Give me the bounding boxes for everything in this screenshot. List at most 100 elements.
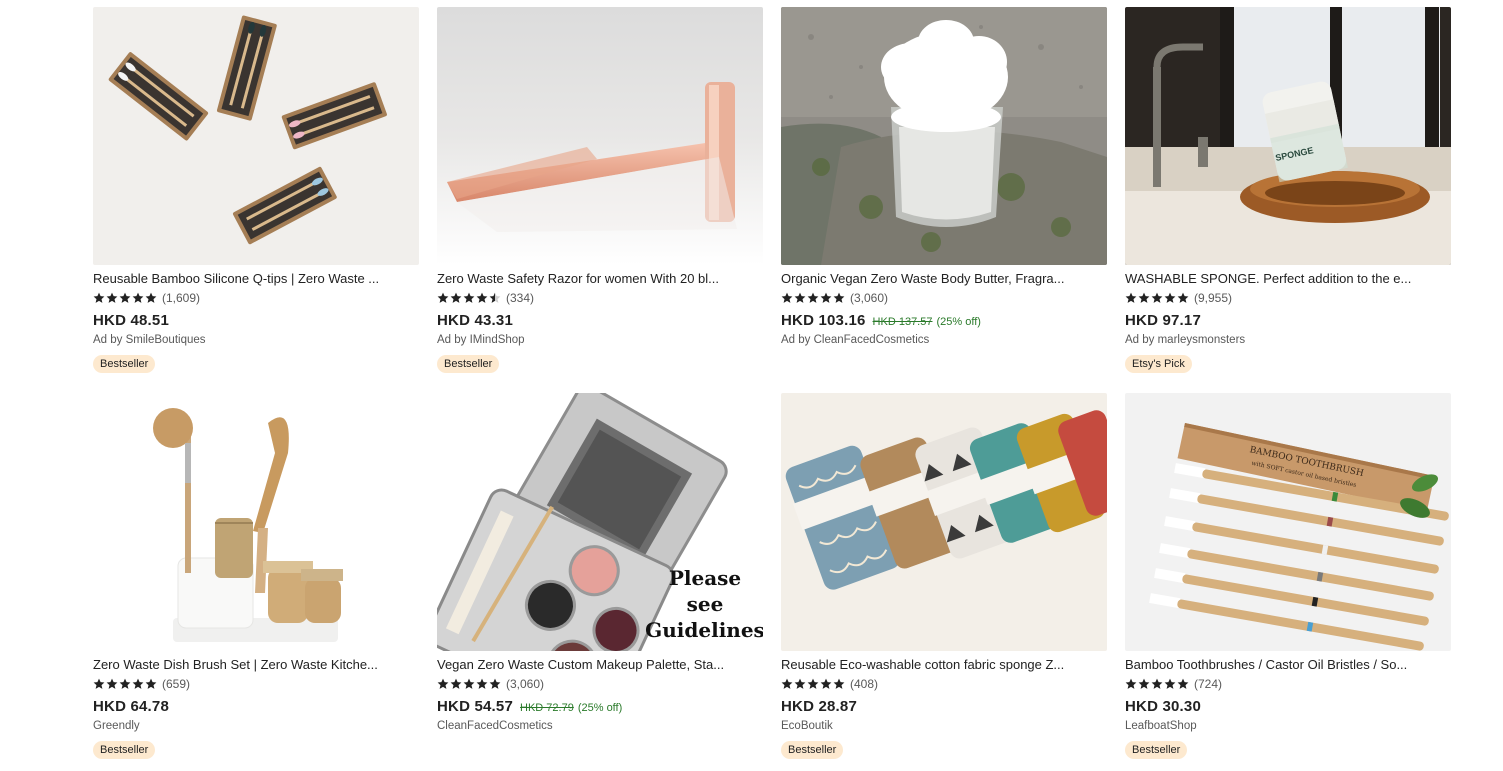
listing-card[interactable]: Please see Guidelines Vegan Zero Waste C… xyxy=(437,393,763,771)
star-icon xyxy=(93,292,105,303)
price-row: HKD 43.31 xyxy=(437,312,763,330)
discount-label: (25% off) xyxy=(577,702,623,714)
star-rating xyxy=(93,292,157,304)
star-rating xyxy=(437,292,501,304)
rating-row: (659) xyxy=(93,676,419,692)
review-count: (9,955) xyxy=(1194,291,1233,305)
shop-name: LeafboatShop xyxy=(1125,720,1197,732)
listing-card[interactable]: SPONGE WASHABLE SPONGE. Perfect addition… xyxy=(1125,7,1451,385)
listing-image[interactable] xyxy=(781,7,1107,265)
bestseller-badge: Bestseller xyxy=(781,741,844,759)
price-row: HKD 103.16 HKD 137.57 (25% off) xyxy=(781,312,1107,330)
star-icon xyxy=(437,292,449,303)
listing-card[interactable]: Reusable Bamboo Silicone Q-tips | Zero W… xyxy=(93,7,419,385)
review-count: (724) xyxy=(1194,677,1223,691)
star-icon xyxy=(1138,292,1150,303)
listing-card[interactable]: Zero Waste Dish Brush Set | Zero Waste K… xyxy=(93,393,419,771)
dish-brush-image xyxy=(93,393,419,651)
toothbrush-image: BAMBOO TOOTHBRUSH with SOFT castor oil b… xyxy=(1125,393,1451,651)
price-row: HKD 64.78 xyxy=(93,698,419,716)
star-icon xyxy=(820,678,832,689)
star-icon xyxy=(476,292,488,303)
rating-row: (3,060) xyxy=(781,290,1107,306)
listing-image[interactable] xyxy=(781,393,1107,651)
star-icon xyxy=(119,678,131,689)
star-icon xyxy=(450,292,462,303)
listing-title[interactable]: Reusable Eco-washable cotton fabric spon… xyxy=(781,657,1107,673)
image-caption-line: Guidelines xyxy=(645,618,763,642)
listing-title[interactable]: Zero Waste Safety Razor for women With 2… xyxy=(437,271,763,287)
shop-name: EcoBoutik xyxy=(781,720,833,732)
product-grid: Reusable Bamboo Silicone Q-tips | Zero W… xyxy=(93,7,1451,771)
listing-title[interactable]: Reusable Bamboo Silicone Q-tips | Zero W… xyxy=(93,271,419,287)
star-icon xyxy=(93,678,105,689)
price: HKD 97.17 xyxy=(1125,312,1202,329)
star-icon xyxy=(437,678,449,689)
price-row: HKD 48.51 xyxy=(93,312,419,330)
shop-name: CleanFacedCosmetics xyxy=(437,720,553,732)
star-icon xyxy=(119,292,131,303)
original-price: HKD 72.79 xyxy=(520,702,574,714)
bestseller-badge: Bestseller xyxy=(93,355,156,373)
price: HKD 103.16 xyxy=(781,312,866,329)
listing-title[interactable]: WASHABLE SPONGE. Perfect addition to the… xyxy=(1125,271,1451,287)
price-row: HKD 97.17 xyxy=(1125,312,1451,330)
star-icon xyxy=(807,678,819,689)
listing-title[interactable]: Vegan Zero Waste Custom Makeup Palette, … xyxy=(437,657,763,673)
star-icon xyxy=(132,678,144,689)
listing-title[interactable]: Zero Waste Dish Brush Set | Zero Waste K… xyxy=(93,657,419,673)
bestseller-badge: Bestseller xyxy=(1125,741,1188,759)
star-icon xyxy=(145,678,157,689)
star-rating xyxy=(1125,678,1189,690)
razor-image xyxy=(437,7,763,265)
review-count: (3,060) xyxy=(506,677,545,691)
rating-row: (9,955) xyxy=(1125,290,1451,306)
price-row: HKD 28.87 xyxy=(781,698,1107,716)
price: HKD 30.30 xyxy=(1125,698,1202,715)
star-icon xyxy=(489,292,501,303)
listing-title[interactable]: Bamboo Toothbrushes / Castor Oil Bristle… xyxy=(1125,657,1451,673)
listing-card[interactable]: BAMBOO TOOTHBRUSH with SOFT castor oil b… xyxy=(1125,393,1451,771)
listing-image[interactable] xyxy=(93,7,419,265)
star-icon xyxy=(1138,678,1150,689)
body-butter-image xyxy=(781,7,1107,265)
image-caption-line: Please xyxy=(669,566,741,590)
listing-card[interactable]: Reusable Eco-washable cotton fabric spon… xyxy=(781,393,1107,771)
listing-image[interactable]: Please see Guidelines xyxy=(437,393,763,651)
star-icon xyxy=(476,678,488,689)
listing-image[interactable] xyxy=(93,393,419,651)
star-icon xyxy=(450,678,462,689)
price-row: HKD 54.57 HKD 72.79 (25% off) xyxy=(437,698,763,716)
fabric-sponge-image xyxy=(781,393,1107,651)
review-count: (334) xyxy=(506,291,535,305)
rating-row: (724) xyxy=(1125,676,1451,692)
listing-image[interactable]: SPONGE xyxy=(1125,7,1451,265)
star-icon xyxy=(794,292,806,303)
listing-title[interactable]: Organic Vegan Zero Waste Body Butter, Fr… xyxy=(781,271,1107,287)
listing-image[interactable]: BAMBOO TOOTHBRUSH with SOFT castor oil b… xyxy=(1125,393,1451,651)
rating-row: (3,060) xyxy=(437,676,763,692)
bestseller-badge: Bestseller xyxy=(93,741,156,759)
star-icon xyxy=(1177,678,1189,689)
rating-row: (1,609) xyxy=(93,290,419,306)
star-icon xyxy=(463,292,475,303)
star-icon xyxy=(820,292,832,303)
price-row: HKD 30.30 xyxy=(1125,698,1451,716)
shop-name: Ad by CleanFacedCosmetics xyxy=(781,334,930,346)
listing-image[interactable] xyxy=(437,7,763,265)
star-icon xyxy=(132,292,144,303)
review-count: (408) xyxy=(850,677,879,691)
star-icon xyxy=(106,678,118,689)
q-tips-image xyxy=(93,7,419,265)
price: HKD 54.57 xyxy=(437,698,514,715)
star-icon xyxy=(1125,678,1137,689)
shop-name: Greendly xyxy=(93,720,140,732)
sponge-image: SPONGE xyxy=(1125,7,1451,265)
shop-name: Ad by marleysmonsters xyxy=(1125,334,1246,346)
star-icon xyxy=(1151,678,1163,689)
listing-card[interactable]: Zero Waste Safety Razor for women With 2… xyxy=(437,7,763,385)
star-icon xyxy=(489,678,501,689)
original-price: HKD 137.57 xyxy=(872,316,933,328)
listing-card[interactable]: Organic Vegan Zero Waste Body Butter, Fr… xyxy=(781,7,1107,385)
review-count: (3,060) xyxy=(850,291,889,305)
